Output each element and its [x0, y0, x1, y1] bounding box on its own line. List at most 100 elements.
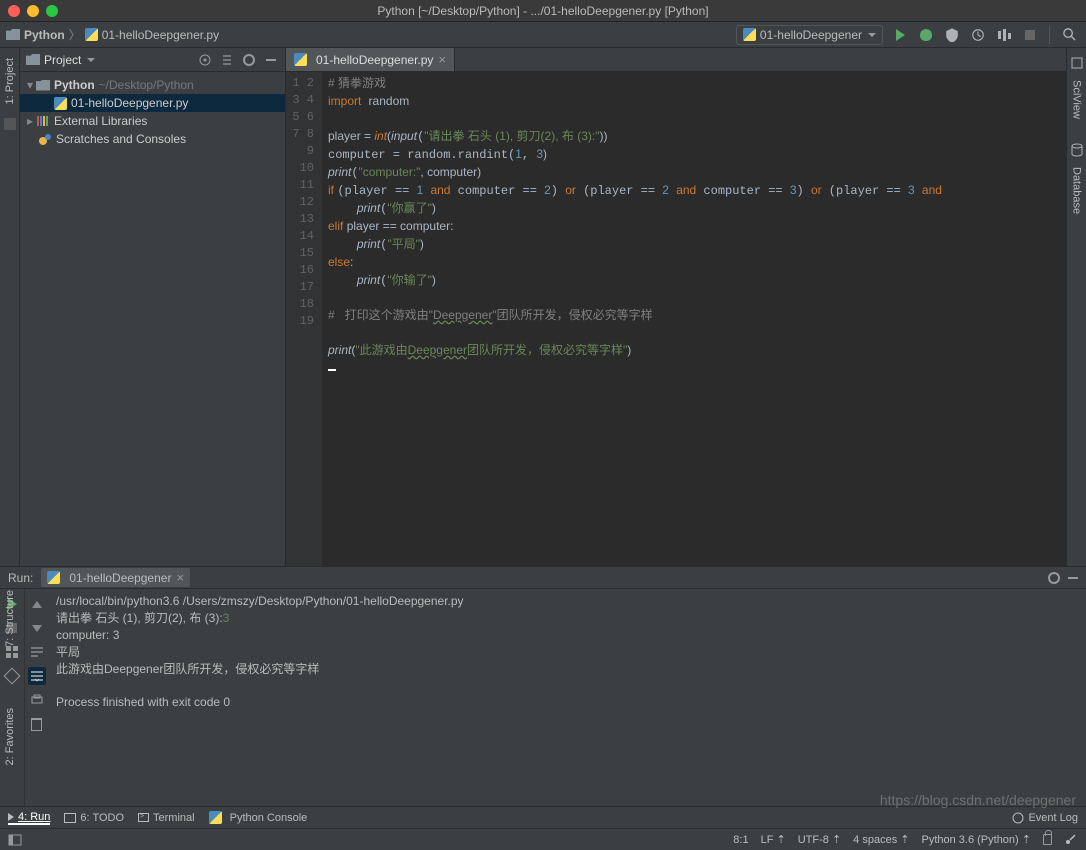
run-tab-label: 01-helloDeepgener	[69, 571, 171, 585]
eventlog-label: Event Log	[1028, 812, 1078, 824]
encoding[interactable]: UTF-8 ⇡	[798, 833, 841, 846]
window-controls	[8, 5, 58, 17]
run-panel: Run: 01-helloDeepgener × /usr/local/bin/…	[0, 566, 1086, 806]
favorites-tab[interactable]: 2: Favorites	[4, 708, 16, 765]
search-button[interactable]	[1058, 24, 1080, 46]
close-window-icon[interactable]	[8, 5, 20, 17]
hide-panel-icon[interactable]	[1068, 577, 1078, 579]
database-tab[interactable]: Database	[1071, 167, 1083, 214]
inspector-icon[interactable]	[1064, 834, 1078, 846]
main-content: 1: Project Project ▾ Python ~/Desktop/Py…	[0, 48, 1086, 566]
hide-panel-button[interactable]	[263, 52, 279, 68]
concurrency-button[interactable]	[993, 24, 1015, 46]
tool-icon[interactable]	[4, 118, 16, 130]
library-icon	[36, 115, 50, 127]
sdk[interactable]: Python 3.6 (Python) ⇡	[921, 833, 1031, 846]
breadcrumb-project: Python	[24, 28, 65, 42]
python-file-icon	[54, 97, 67, 110]
python-icon	[209, 811, 222, 824]
expand-icon[interactable]: ▸	[26, 114, 34, 128]
terminal-icon	[138, 813, 149, 822]
todo-tool-tab[interactable]: 6: TODO	[64, 812, 124, 824]
stop-button[interactable]	[1019, 24, 1041, 46]
tree-root-path: ~/Desktop/Python	[99, 78, 194, 92]
watermark: https://blog.csdn.net/deepgener	[880, 792, 1076, 808]
sciview-tab[interactable]: SciView	[1071, 80, 1083, 119]
line-down-button[interactable]	[28, 619, 46, 637]
console-output[interactable]: /usr/local/bin/python3.6 /Users/zmszy/De…	[48, 589, 1086, 806]
gear-icon[interactable]	[1048, 572, 1060, 584]
project-panel: Project ▾ Python ~/Desktop/Python 01-hel…	[20, 48, 286, 566]
run-config-selector[interactable]: 01-helloDeepgener	[736, 25, 883, 45]
run-label: Run:	[8, 571, 33, 585]
chevron-down-icon	[868, 33, 876, 37]
clear-button[interactable]	[28, 715, 46, 733]
stop-icon	[1025, 30, 1035, 40]
tree-root[interactable]: ▾ Python ~/Desktop/Python	[20, 76, 285, 94]
editor-tab-bar: 01-helloDeepgener.py ×	[286, 48, 1066, 72]
print-button[interactable]	[28, 691, 46, 709]
structure-tab[interactable]: 7: Structure	[4, 590, 16, 647]
tree-external[interactable]: ▸ External Libraries	[20, 112, 285, 130]
play-icon	[8, 813, 14, 821]
sciview-icon[interactable]	[1070, 56, 1084, 70]
tree-file-label: 01-helloDeepgener.py	[71, 96, 188, 110]
cursor-position[interactable]: 8:1	[733, 834, 748, 846]
event-log-tab[interactable]: Event Log	[1012, 812, 1078, 824]
pyconsole-label: Python Console	[230, 812, 308, 824]
code-content[interactable]: # 猜拳游戏 import random player = int(input(…	[322, 72, 1066, 566]
run-button[interactable]	[889, 24, 911, 46]
line-up-button[interactable]	[28, 595, 46, 613]
tree-scratches-label: Scratches and Consoles	[56, 132, 186, 146]
line-gutter: 1 2 3 4 5 6 7 8 9 10 11 12 13 14 15 16 1…	[286, 72, 322, 566]
line-separator[interactable]: LF ⇡	[761, 833, 786, 846]
minimize-icon	[266, 59, 276, 61]
collapse-icon[interactable]	[219, 52, 235, 68]
scratches-icon	[38, 132, 52, 146]
debug-button[interactable]	[915, 24, 937, 46]
run-tab[interactable]: 01-helloDeepgener ×	[41, 568, 190, 587]
editor-area: 01-helloDeepgener.py × 1 2 3 4 5 6 7 8 9…	[286, 48, 1066, 566]
close-tab-icon[interactable]: ×	[438, 52, 446, 67]
toolwindows-icon[interactable]	[8, 834, 22, 846]
terminal-tool-tab[interactable]: Terminal	[138, 812, 195, 824]
title-bar: Python [~/Desktop/Python] - .../01-hello…	[0, 0, 1086, 22]
locate-icon[interactable]	[197, 52, 213, 68]
todo-icon	[64, 813, 76, 823]
python-file-icon	[85, 28, 98, 41]
folder-icon	[36, 80, 50, 91]
trash-icon	[31, 718, 42, 731]
config-name: 01-helloDeepgener	[760, 28, 862, 42]
tree-file[interactable]: 01-helloDeepgener.py	[20, 94, 285, 112]
coverage-button[interactable]	[941, 24, 963, 46]
run-tool-tab[interactable]: 4: Run	[8, 811, 50, 825]
bug-icon	[920, 29, 932, 41]
code-editor[interactable]: 1 2 3 4 5 6 7 8 9 10 11 12 13 14 15 16 1…	[286, 72, 1066, 566]
python-file-icon	[294, 53, 307, 66]
profile-button[interactable]	[967, 24, 989, 46]
tool-project-tab[interactable]: 1: Project	[4, 58, 16, 104]
log-icon	[1012, 812, 1024, 824]
status-bar: 8:1 LF ⇡ UTF-8 ⇡ 4 spaces ⇡ Python 3.6 (…	[0, 828, 1086, 850]
settings-icon[interactable]	[241, 52, 257, 68]
minimize-window-icon[interactable]	[27, 5, 39, 17]
chevron-down-icon[interactable]	[87, 58, 95, 62]
tree-scratches[interactable]: Scratches and Consoles	[20, 130, 285, 148]
maximize-window-icon[interactable]	[46, 5, 58, 17]
breadcrumb-sep-icon: 〉	[69, 26, 81, 43]
gear-icon	[243, 54, 255, 66]
tree-root-label: Python	[54, 78, 95, 92]
indent[interactable]: 4 spaces ⇡	[853, 833, 909, 846]
folder-icon	[6, 29, 20, 40]
folder-icon	[26, 54, 40, 65]
editor-tab[interactable]: 01-helloDeepgener.py ×	[286, 48, 455, 71]
soft-wrap-button[interactable]	[28, 643, 46, 661]
database-icon[interactable]	[1070, 143, 1084, 157]
pyconsole-tool-tab[interactable]: Python Console	[209, 811, 308, 824]
close-tab-icon[interactable]: ×	[176, 570, 184, 585]
breadcrumb[interactable]: Python 〉 01-helloDeepgener.py	[6, 26, 219, 43]
scroll-end-button[interactable]	[28, 667, 46, 685]
expand-icon[interactable]: ▾	[26, 78, 34, 92]
lock-icon[interactable]	[1043, 834, 1052, 845]
play-icon	[896, 29, 905, 41]
